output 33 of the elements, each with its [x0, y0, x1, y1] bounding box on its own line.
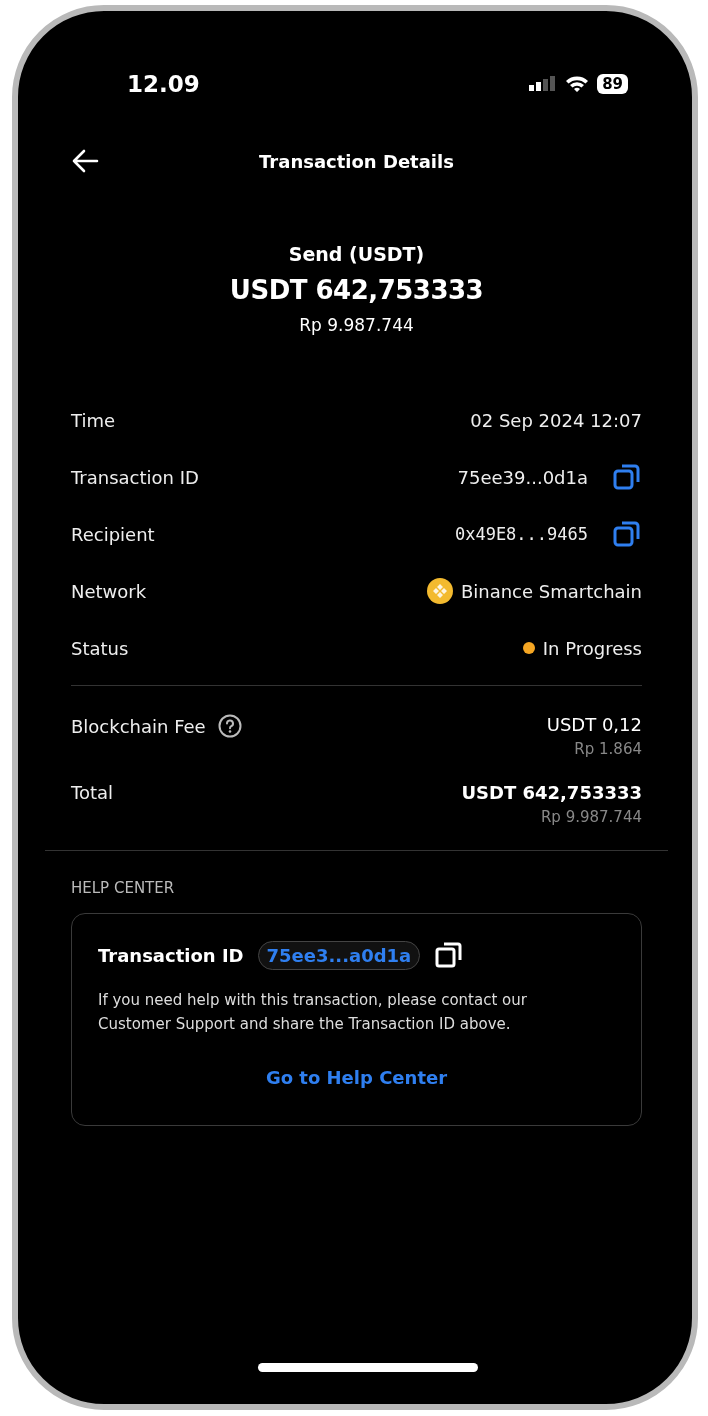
fee-fiat: Rp 9.987.744 — [540, 808, 642, 826]
copy-icon[interactable] — [434, 940, 465, 970]
section-heading: HELP CENTER — [71, 879, 176, 897]
transaction-amount: USDT 642,753333 — [229, 275, 484, 305]
detail-value: Binance Smartchain — [460, 580, 642, 602]
detail-label: Status — [71, 637, 129, 659]
coin-icon — [426, 578, 453, 604]
help-icon[interactable] — [217, 714, 242, 738]
detail-label: Recipient — [71, 523, 155, 545]
back-arrow-icon[interactable] — [71, 149, 99, 173]
screen-title: Transaction Details — [259, 150, 454, 172]
detail-value: In Progress — [542, 637, 642, 659]
fiat-amount: Rp 9.987.744 — [299, 315, 414, 335]
battery-level: 89 — [597, 74, 628, 94]
detail-label: Time — [71, 409, 116, 431]
detail-label: Transaction ID — [71, 466, 199, 488]
fee-label: Blockchain Fee — [71, 715, 206, 737]
help-center-link[interactable]: Go to Help Center — [259, 1066, 454, 1089]
id-label: Transaction ID — [98, 944, 244, 966]
signal-icon — [529, 75, 558, 93]
detail-value: 0x49E8...9465 — [454, 524, 588, 544]
detail-value: 02 Sep 2024 12:07 — [470, 409, 642, 431]
transaction-id-chip: 75ee3...a0d1a — [257, 940, 421, 970]
transaction-type: Send (USDT) — [288, 243, 425, 265]
fee-amount: USDT 642,753333 — [461, 782, 642, 803]
wifi-icon — [565, 75, 590, 93]
help-message: If you need help with this transaction, please contact our Customer Support and share the Transaction ID above. — [98, 990, 528, 1035]
detail-label: Network — [71, 580, 147, 602]
status-time: 12.09 — [127, 71, 200, 97]
fee-amount: USDT 0,12 — [546, 714, 642, 735]
fee-label: Total — [71, 782, 114, 803]
detail-value: 75ee39...0d1a — [457, 466, 588, 488]
fee-fiat: Rp 1.864 — [574, 740, 642, 758]
